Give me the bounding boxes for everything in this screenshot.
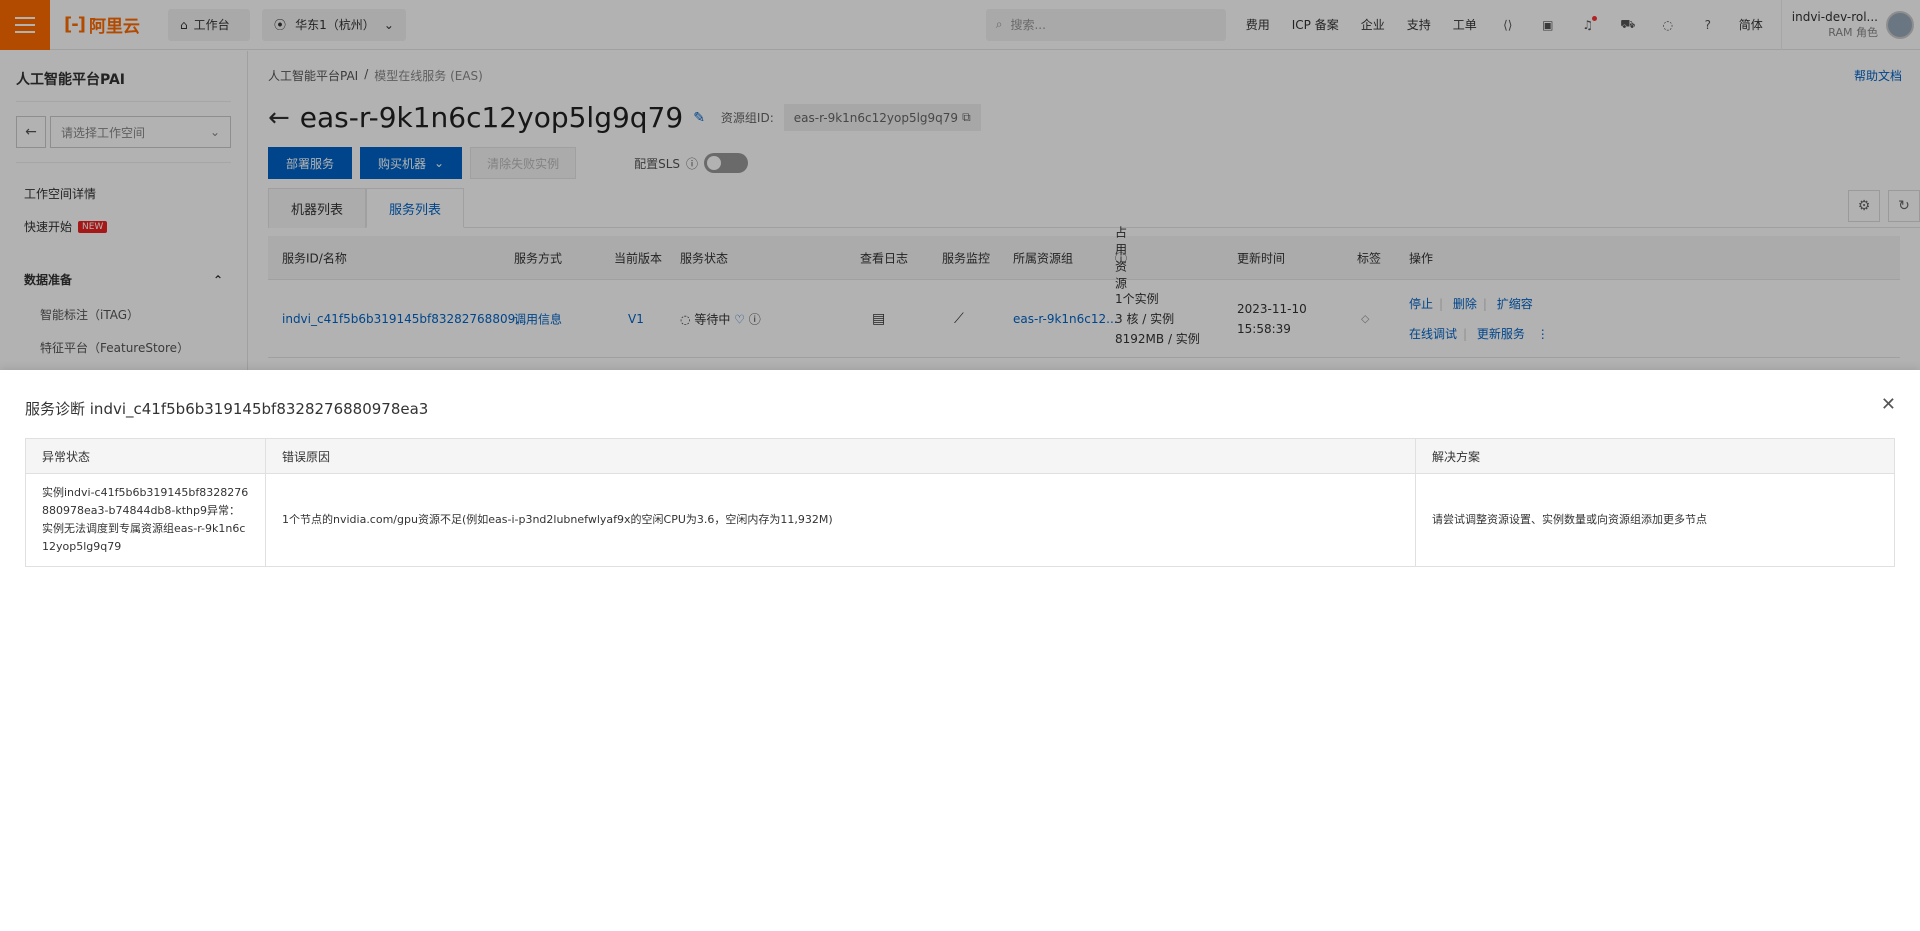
close-icon[interactable]: ✕ — [1881, 394, 1896, 415]
diagnosis-table: 异常状态 错误原因 解决方案 实例indvi-c41f5b6b319145bf8… — [25, 438, 1895, 567]
service-diagnosis-drawer: 服务诊断 indvi_c41f5b6b319145bf8328276880978… — [0, 370, 1920, 931]
error-reason-cell: 1个节点的nvidia.com/gpu资源不足(例如eas-i-p3nd2lub… — [265, 473, 1416, 567]
col-error-reason: 错误原因 — [265, 438, 1416, 474]
col-solution: 解决方案 — [1415, 438, 1895, 474]
drawer-title: 服务诊断 indvi_c41f5b6b319145bf8328276880978… — [25, 400, 429, 418]
diagnosis-header-row: 异常状态 错误原因 解决方案 — [25, 438, 1895, 474]
col-abnormal-status: 异常状态 — [25, 438, 266, 474]
table-row: 实例indvi-c41f5b6b319145bf8328276880978ea3… — [25, 473, 1895, 567]
solution-cell: 请尝试调整资源设置、实例数量或向资源组添加更多节点 — [1415, 473, 1895, 567]
abnormal-status-cell: 实例indvi-c41f5b6b319145bf8328276880978ea3… — [25, 473, 266, 567]
modal-mask[interactable] — [0, 0, 1920, 370]
